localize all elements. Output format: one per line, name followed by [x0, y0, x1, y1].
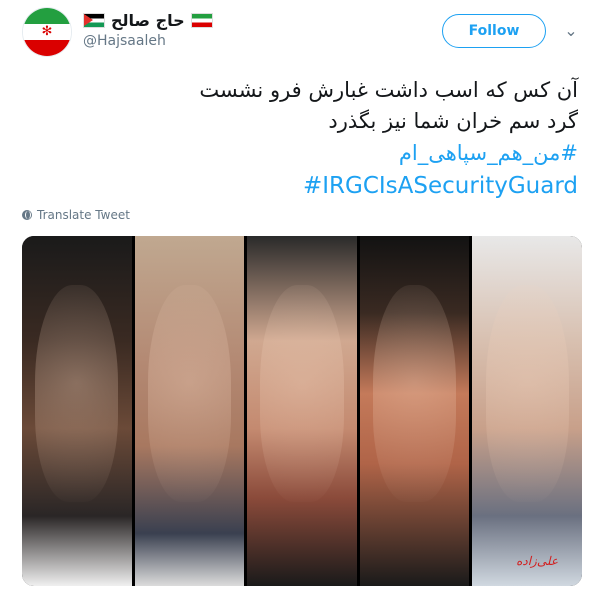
tweet-line: گرد سم خران شما نیز بگذرد	[328, 109, 578, 133]
user-name-row[interactable]: حاج صالح	[83, 9, 213, 31]
translate-tweet-link[interactable]: Translate Tweet	[22, 208, 130, 222]
face-shape	[485, 285, 569, 502]
avatar[interactable]: ✻	[22, 7, 72, 57]
hashtag-link[interactable]: #IRGCIsASecurityGuard	[18, 170, 578, 203]
portrait-panel	[134, 236, 245, 586]
face-shape	[147, 285, 232, 502]
portrait-panel	[247, 236, 357, 586]
hashtag-link[interactable]: #من_هم_سپاهی_ام	[18, 137, 578, 170]
avatar-flag-red	[23, 40, 71, 56]
tweet-media-image[interactable]: علی‌زاده	[22, 236, 582, 586]
translate-label: Translate Tweet	[37, 208, 130, 222]
face-shape	[260, 285, 344, 502]
iran-emblem-icon: ✻	[41, 24, 53, 39]
face-shape	[35, 285, 119, 502]
display-name[interactable]: حاج صالح	[111, 11, 185, 30]
globe-icon	[22, 210, 32, 220]
avatar-flag-green	[23, 8, 71, 24]
face-shape	[372, 285, 457, 502]
palestine-flag-icon	[83, 12, 105, 28]
iran-flag-icon	[190, 12, 213, 28]
tweet-text: آن کس که اسب داشت غبارش فرو نشست گرد سم …	[18, 75, 578, 203]
user-handle[interactable]: @Hajsaaleh	[83, 33, 166, 49]
chevron-down-icon[interactable]: ⌄	[562, 22, 580, 40]
portrait-panel	[472, 236, 582, 586]
portrait-panel	[359, 236, 470, 586]
image-watermark: علی‌زاده	[516, 554, 558, 568]
portrait-panel	[22, 236, 132, 586]
follow-button[interactable]: Follow	[442, 14, 546, 48]
tweet-line: آن کس که اسب داشت غبارش فرو نشست	[199, 78, 578, 102]
